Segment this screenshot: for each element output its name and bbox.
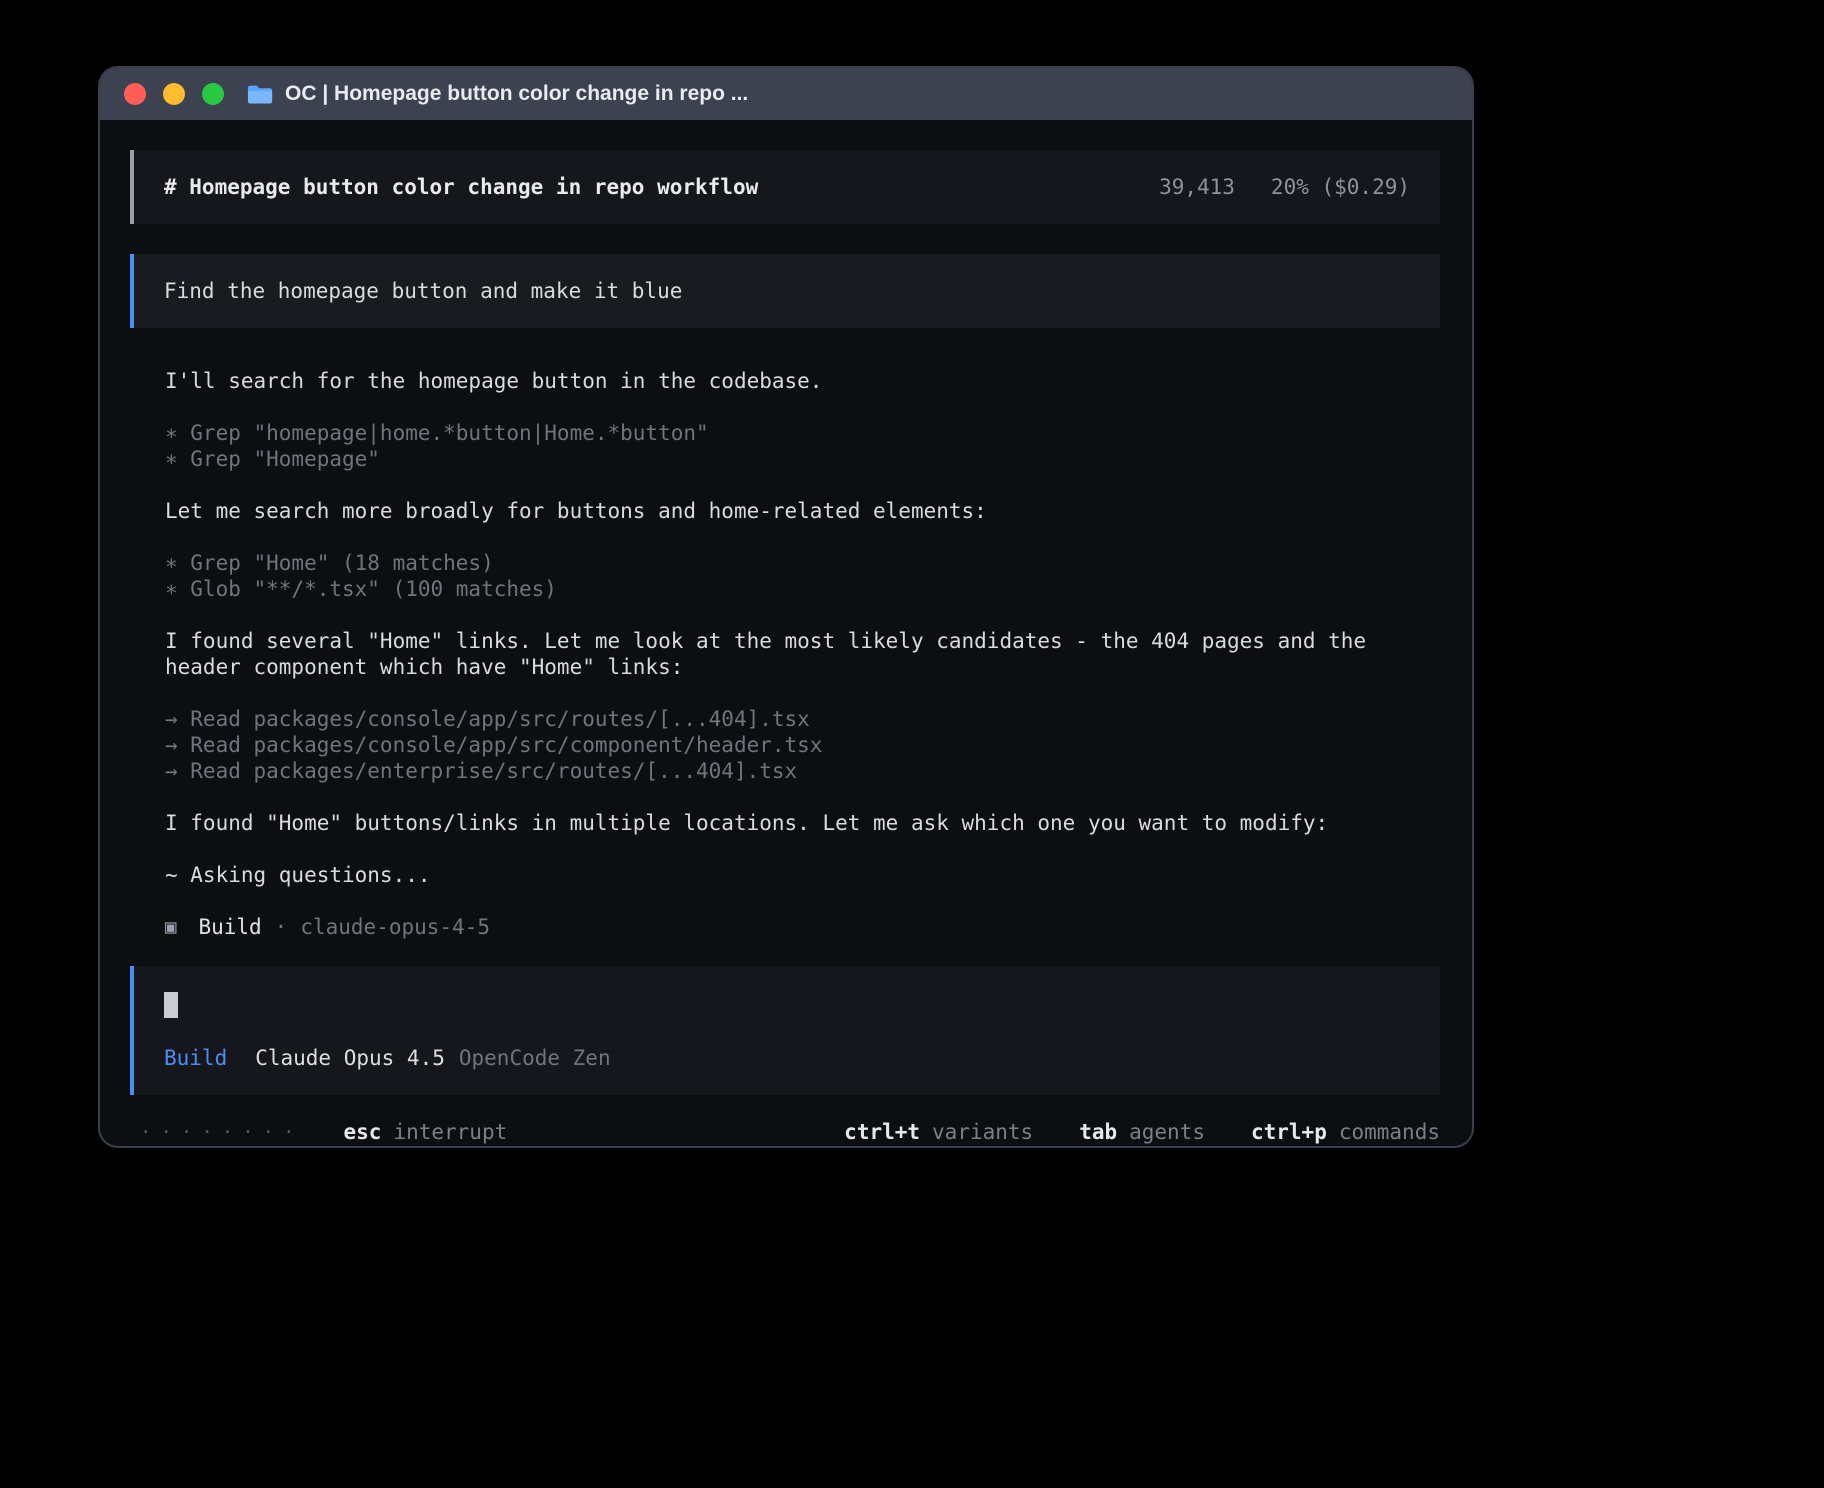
- keyhint-variants: ctrl+t variants: [844, 1119, 1033, 1145]
- window-title: OC | Homepage button color change in rep…: [285, 82, 748, 106]
- label-variants: variants: [932, 1119, 1033, 1145]
- key-ctrl-p: ctrl+p: [1251, 1119, 1327, 1145]
- token-count: 39,413: [1159, 174, 1235, 200]
- assistant-message: I'll search for the homepage button in t…: [165, 368, 1440, 394]
- provider-name: OpenCode Zen: [459, 1045, 611, 1071]
- context-usage: 20% ($0.29): [1271, 174, 1410, 200]
- terminal-window: OC | Homepage button color change in rep…: [100, 68, 1472, 1146]
- user-message-text: Find the homepage button and make it blu…: [164, 279, 682, 303]
- assistant-message: Let me search more broadly for buttons a…: [165, 498, 1440, 524]
- progress-dots: ········: [140, 1119, 304, 1145]
- zoom-button[interactable]: [202, 83, 224, 105]
- window-title-area: OC | Homepage button color change in rep…: [246, 82, 748, 106]
- label-agents: agents: [1129, 1119, 1205, 1145]
- tool-call-grep: ∗ Grep "homepage|home.*button|Home.*butt…: [165, 420, 1440, 446]
- session-header: # Homepage button color change in repo w…: [130, 150, 1440, 224]
- assistant-message: I found "Home" buttons/links in multiple…: [165, 810, 1440, 836]
- mode-label: Build: [164, 1045, 227, 1071]
- agent-separator: ·: [275, 914, 288, 940]
- key-ctrl-t: ctrl+t: [844, 1119, 920, 1145]
- tool-call-read: → Read packages/console/app/src/componen…: [165, 732, 1440, 758]
- assistant-message: I found several "Home" links. Let me loo…: [165, 628, 1440, 680]
- agent-model: claude-opus-4-5: [300, 914, 490, 940]
- keyhint-commands: ctrl+p commands: [1251, 1119, 1440, 1145]
- keyhint-agents: tab agents: [1079, 1119, 1205, 1145]
- key-esc: esc: [344, 1119, 382, 1145]
- keyhint-interrupt: esc interrupt: [344, 1119, 508, 1145]
- model-name: Claude Opus 4.5: [255, 1045, 445, 1071]
- session-title: # Homepage button color change in repo w…: [164, 174, 758, 200]
- folder-icon: [246, 84, 273, 105]
- prompt-input[interactable]: Build Claude Opus 4.5 OpenCode Zen: [130, 966, 1440, 1095]
- label-interrupt: interrupt: [393, 1119, 507, 1145]
- window-titlebar: OC | Homepage button color change in rep…: [100, 68, 1472, 120]
- model-status-line: Build Claude Opus 4.5 OpenCode Zen: [164, 1045, 1410, 1071]
- tool-call-grep: ∗ Grep "Homepage": [165, 446, 1440, 472]
- agent-name: Build: [198, 914, 261, 940]
- close-button[interactable]: [124, 83, 146, 105]
- text-cursor: [164, 992, 178, 1018]
- tool-call-read: → Read packages/enterprise/src/routes/[.…: [165, 758, 1440, 784]
- tool-call-glob: ∗ Glob "**/*.tsx" (100 matches): [165, 576, 1440, 602]
- tool-call-grep: ∗ Grep "Home" (18 matches): [165, 550, 1440, 576]
- minimize-button[interactable]: [163, 83, 185, 105]
- assistant-status: ~ Asking questions...: [165, 862, 1440, 888]
- user-message: Find the homepage button and make it blu…: [130, 254, 1440, 328]
- key-tab: tab: [1079, 1119, 1117, 1145]
- conversation: I'll search for the homepage button in t…: [130, 368, 1440, 966]
- session-stats: 39,413 20% ($0.29): [1159, 174, 1410, 200]
- traffic-lights: [124, 83, 224, 105]
- agent-status-line: ▣ Build · claude-opus-4-5: [165, 914, 1440, 940]
- label-commands: commands: [1339, 1119, 1440, 1145]
- tool-call-read: → Read packages/console/app/src/routes/[…: [165, 706, 1440, 732]
- agent-icon: ▣: [165, 914, 176, 940]
- terminal-content: # Homepage button color change in repo w…: [100, 120, 1472, 1146]
- status-bar: ········ esc interrupt ctrl+t variants t…: [130, 1119, 1440, 1145]
